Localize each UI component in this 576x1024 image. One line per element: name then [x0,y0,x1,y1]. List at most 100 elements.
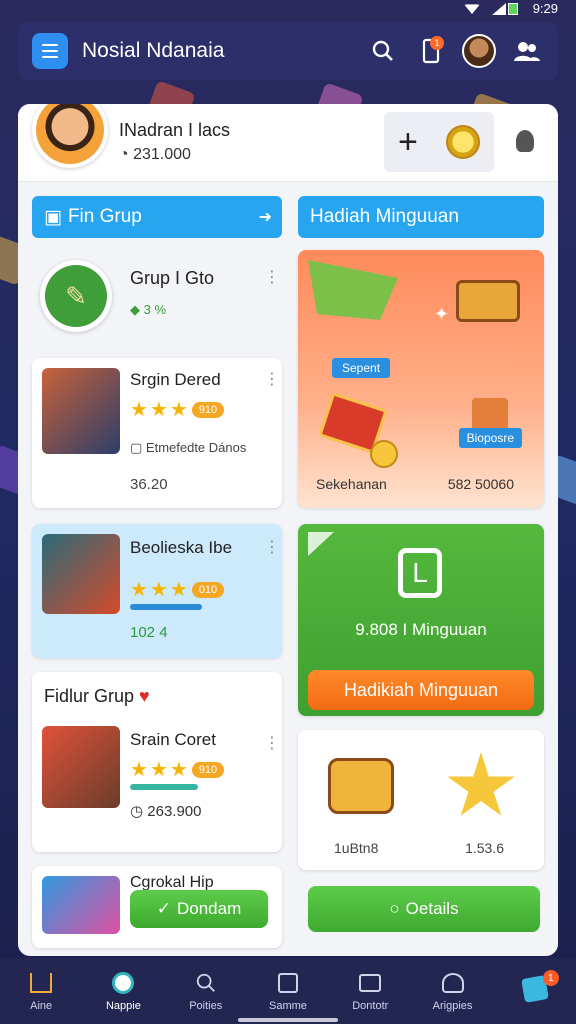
flag-icon [308,260,398,320]
group-meta: ◆ 3 % [130,302,167,317]
search-icon [372,40,393,61]
more-icon[interactable] [264,369,280,389]
section-title: Fin Grup [67,206,142,227]
arrow-right-icon: ➜ [258,209,272,226]
notifications-button[interactable]: 1 [414,34,448,68]
nav-edit[interactable]: Samme [252,970,324,1012]
item-title: Srain Coret [130,730,216,749]
heart-icon: ♥ [139,686,150,706]
section-title: Hadiah Minguuan [310,206,459,227]
reward-amount: 9.808 I Minguuan [355,620,487,639]
group-card[interactable]: ✎ Grup I Gto ◆ 3 % [32,252,282,344]
collect-label-2: 1.53.6 [465,840,504,856]
rating-stars: ★ ★ ★ 010 [130,580,225,600]
item-thumbnail [42,534,120,614]
circle-icon [110,970,136,996]
item-thumbnail [42,368,120,454]
profile-tools: + [384,112,494,172]
edit-icon [275,970,301,996]
nav-groups[interactable]: Arigpies [417,970,489,1012]
promo-tag: Sepent [332,358,391,378]
treasure-icon [456,280,520,322]
status-bar: 9:29 [0,0,576,18]
search-icon [193,970,219,996]
profile-avatar-button[interactable] [462,34,496,68]
profile-coins: ◔ 231.000 [119,146,191,163]
more-icon[interactable] [264,537,280,557]
featured-group-card: Fidlur Grup ♥ Srain Coret ★ ★ ★ 910 ◷ 263.… [32,672,282,852]
coin-icon: ◔ [119,146,134,163]
coin-icon [370,440,398,468]
group-item-card[interactable]: Srgin Dered ★ ★ ★ 910 ▢ Etmefedte Dános 36… [32,358,282,508]
gold-coin-button[interactable] [445,125,480,159]
collectibles-card: 1uBtn8 1.53.6 [298,730,544,870]
nav-search[interactable]: Poities [170,970,242,1012]
home-icon [28,970,54,996]
signal-icon [492,3,506,15]
nav-main[interactable]: Nappie [87,970,159,1012]
promo-right-label: 582 50060 [447,476,514,492]
weekly-reward-header[interactable]: Hadiah Minguuan [298,196,544,238]
rating-badge: 910 [191,762,225,778]
weekly-reward-button[interactable]: Hadikiah Minguuan [308,670,534,710]
status-time: 9:29 [532,1,558,16]
rating-stars: ★ ★ ★ 910 [130,400,225,420]
sun-icon[interactable] [447,752,515,816]
progress-bar [130,604,202,610]
details-button[interactable]: ○ Oetails [308,886,540,932]
more-icon[interactable] [264,267,280,287]
reward-icon: L [398,548,442,598]
find-group-header[interactable]: ▣ Fin Grup ➜ [32,196,282,238]
wifi-icon [464,4,480,14]
right-column: Hadiah Minguuan ✦ Sepent Bioposre Sekeha… [298,196,544,932]
weekly-reward-card: L 9.808 I Minguuan Hadikiah Minguuan [298,524,544,716]
app-header: Nosial Ndanaia 1 [18,22,558,80]
item-thumbnail [42,726,120,808]
group-icon [514,42,540,61]
lightbulb-icon[interactable] [516,130,534,152]
progress-bar [130,784,198,790]
friends-button[interactable] [510,34,544,68]
item-thumbnail [42,876,120,934]
avatar [462,34,496,68]
nav-home[interactable]: Aine [5,970,77,1012]
group-name: Grup I Gto [130,268,215,288]
bottom-navigation: Aine Nappie Poities Samme Dontotr Arigpi… [0,958,576,1024]
promo-card[interactable]: ✦ Sepent Bioposre Sekehanan 582 50060 [298,250,544,508]
app-title: Nosial Ndanaia [82,39,225,62]
item-title: Srgin Dered [130,370,221,389]
menu-button[interactable] [32,33,68,69]
promo-tag: Bioposre [458,428,522,448]
profile-card: INadran I lacs ◔ 231.000 + [18,104,558,182]
more-icon[interactable] [264,733,280,753]
notification-badge: 1 [430,36,444,50]
group-item-card[interactable]: Beolieska Ibe ★ ★ ★ 010 102 4 [32,524,282,658]
info-icon: ○ [389,899,400,918]
item-value: ◷ 263.900 [130,803,202,820]
store-badge: 1 [542,970,559,986]
item-value: 36.20 [130,476,168,493]
nav-card[interactable]: Dontotr [334,970,406,1012]
rating-badge: 010 [191,582,225,598]
add-button[interactable]: + [398,125,418,159]
group-item-card[interactable]: Cgrokal Hip ✓ Dondam [32,866,282,948]
search-button[interactable] [366,34,400,68]
corner-flag-icon [308,532,334,556]
join-button[interactable]: ✓ Dondam [130,890,268,928]
item-value: 102 4 [130,624,168,641]
featured-title: Fidlur Grup ♥ [44,686,150,706]
nav-store[interactable]: 1 [499,970,571,1006]
home-indicator [238,1018,338,1022]
promo-left-label: Sekehanan [316,476,387,492]
card-icon [357,970,383,996]
main-panel: INadran I lacs ◔ 231.000 + ▣ Fin Grup ➜ … [18,104,558,956]
item-title: Beolieska Ibe [130,538,233,557]
profile-name: INadran I lacs [119,120,231,140]
battery-icon [508,3,518,15]
treasure-chest-icon[interactable] [328,758,394,814]
check-icon: ✓ [156,899,171,918]
sparkle-icon: ✦ [434,304,450,324]
collect-label-1: 1uBtn8 [334,840,379,856]
profile-avatar[interactable] [32,104,108,168]
item-subtitle: ▢ Etmefedte Dános [130,440,247,455]
